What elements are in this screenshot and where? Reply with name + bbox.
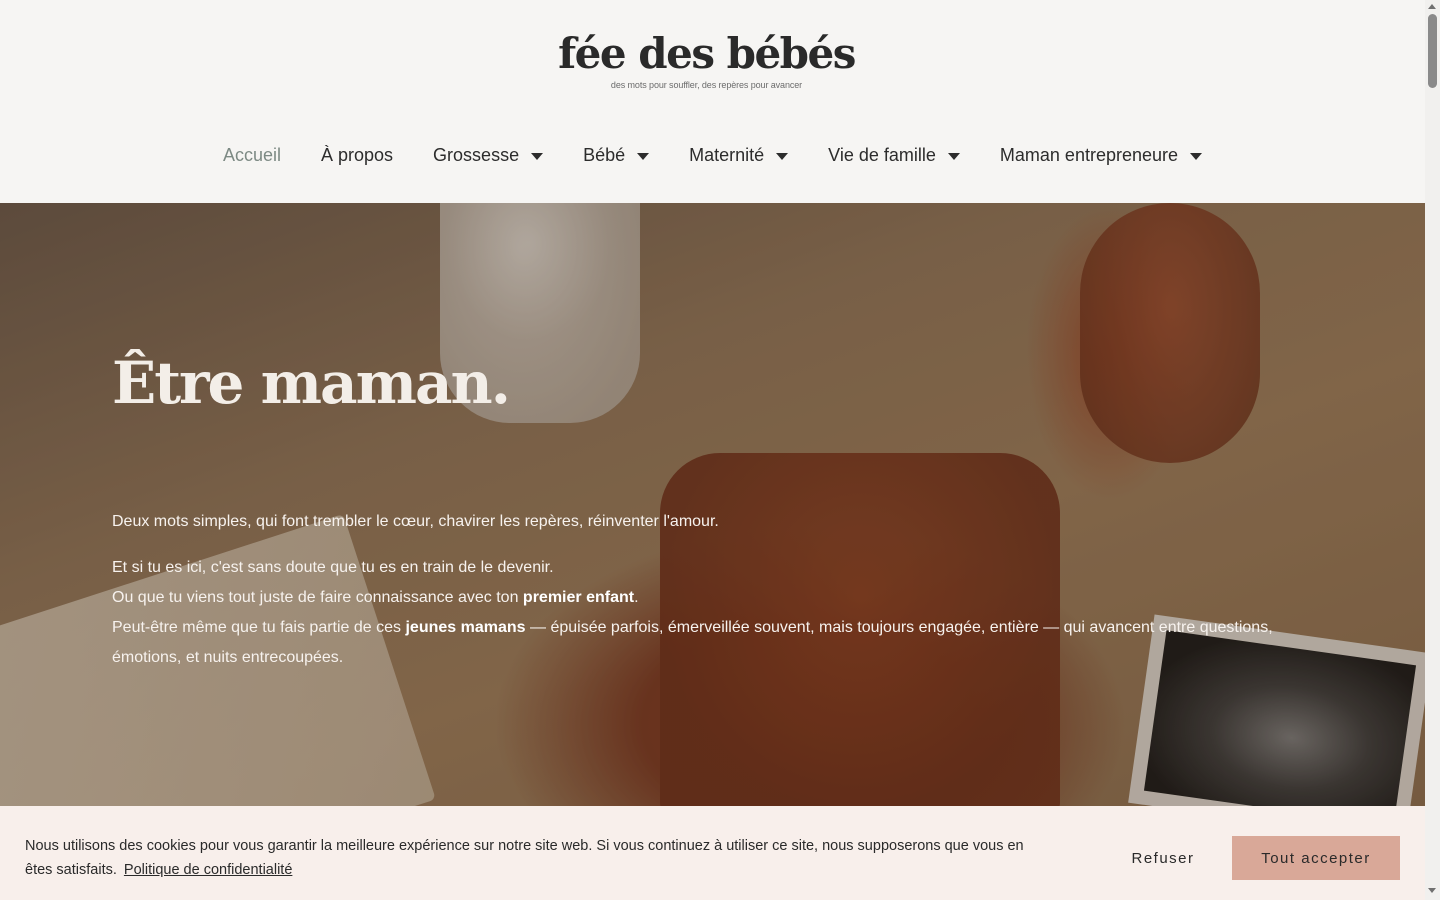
scroll-up-arrow-icon[interactable] [1428,4,1436,9]
nav-item-label: Bébé [583,144,626,165]
hero-line-3-start: Peut-être même que tu fais partie de ces [112,619,406,636]
nav-item-label: Grossesse [433,144,520,165]
chevron-down-icon[interactable] [637,152,650,160]
nav-item-accueil[interactable]: Accueil [223,145,281,166]
site-logo[interactable]: fée des bébés des mots pour souffler, de… [0,30,1413,91]
cookie-text: Nous utilisons des cookies pour vous gar… [25,834,1055,882]
page-scrollbar[interactable] [1425,0,1440,900]
cookie-banner: Nous utilisons des cookies pour vous gar… [0,806,1425,900]
hero-title: Être maman. [112,349,511,417]
hero-line-2-end: . [634,589,639,606]
nav-item-label: Maman entrepreneure [999,144,1179,165]
hero-line-2-start: Ou que tu viens tout juste de faire conn… [112,589,523,606]
nav-item-vie-de-famille[interactable]: Vie de famille [828,145,960,166]
scroll-down-arrow-icon[interactable] [1428,888,1436,893]
nav-item-maternite[interactable]: Maternité [689,144,789,166]
logo-title[interactable]: fée des bébés [0,30,1413,78]
nav-item-label: Accueil [222,144,281,165]
chevron-down-icon[interactable] [531,152,544,160]
nav-item-a-propos[interactable]: À propos [321,145,393,166]
scroll-thumb[interactable] [1428,14,1437,88]
logo-tagline: des mots pour souffler, des repères pour… [610,80,803,90]
chevron-down-icon[interactable] [947,152,960,160]
nav-item-label: À propos [321,144,394,165]
hero-section: Être maman. Deux mots simples, qui font … [0,203,1425,806]
accept-all-cookies-button[interactable]: Tout accepter [1232,836,1400,880]
nav-item-maman-entrepreneure[interactable]: Maman entrepreneure [999,144,1203,166]
chevron-down-icon[interactable] [1190,152,1203,160]
refuse-cookies-button[interactable]: Refuser [1108,836,1218,880]
hero-paragraph: Et si tu es ici, c'est sans doute que tu… [112,553,1312,673]
hero-line-3-bold: jeunes mamans [405,619,526,636]
privacy-policy-link[interactable]: Politique de confidentialité [124,862,292,878]
site-header: fée des bébés des mots pour souffler, de… [0,0,1425,203]
hero-intro: Deux mots simples, qui font trembler le … [112,513,719,530]
hero-line-1: Et si tu es ici, c'est sans doute que tu… [112,559,554,576]
nav-item-grossesse[interactable]: Grossesse [433,144,544,166]
hero-content: Être maman. Deux mots simples, qui font … [112,343,1312,673]
nav-item-bebe[interactable]: Bébé [583,144,650,166]
nav-item-label: Maternité [689,144,765,165]
chevron-down-icon[interactable] [776,152,789,160]
nav-item-label: Vie de famille [828,144,936,165]
hero-line-2-bold: premier enfant [522,589,635,606]
main-nav: Accueil À propos Grossesse Bébé Maternit… [0,138,1425,172]
